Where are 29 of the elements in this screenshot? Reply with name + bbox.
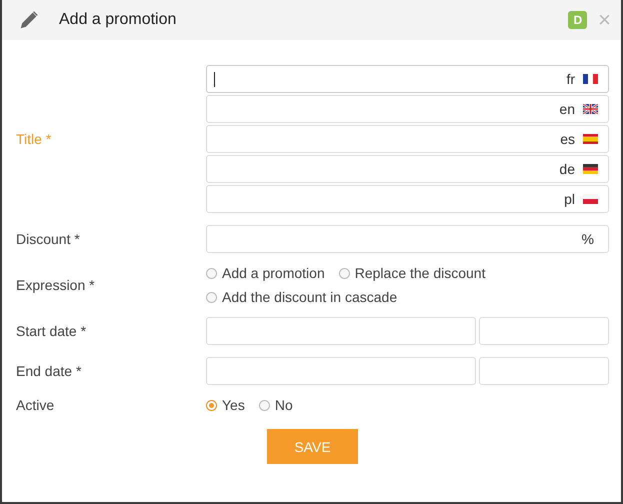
flag-icon [583, 164, 598, 174]
input-field[interactable]: en [206, 95, 609, 123]
field-label: Expression * [16, 277, 96, 293]
window-title: Add a promotion [59, 11, 178, 29]
flag-icon [583, 104, 598, 114]
flag-icon [583, 194, 598, 204]
radio-option[interactable]: Replace the discount [338, 265, 486, 281]
flag-icon [583, 134, 598, 144]
input-field[interactable]: pl [206, 185, 609, 213]
time-field[interactable] [479, 357, 609, 385]
field-label: End date * [16, 363, 82, 379]
time-field[interactable] [479, 317, 609, 345]
input-field[interactable]: de [206, 155, 609, 183]
field-label: Active [16, 397, 56, 413]
radio-option[interactable]: Add the discount in cascade [206, 289, 398, 305]
input-field[interactable]: es [206, 125, 609, 153]
date-field[interactable] [206, 357, 476, 385]
field-label: Start date * [16, 323, 88, 339]
field-label: Discount * [16, 231, 81, 247]
input-field[interactable]: fr [206, 65, 609, 93]
input-field[interactable]: % [206, 225, 609, 253]
radio-option[interactable]: Add a promotion [206, 265, 325, 281]
pencil-icon [18, 9, 40, 31]
flag-icon [583, 74, 598, 84]
date-field[interactable] [206, 317, 476, 345]
radio-option[interactable]: Yes [206, 397, 245, 413]
field-label: Title * [16, 131, 52, 147]
radio-option[interactable]: No [258, 397, 293, 413]
user-badge: D [568, 11, 588, 29]
